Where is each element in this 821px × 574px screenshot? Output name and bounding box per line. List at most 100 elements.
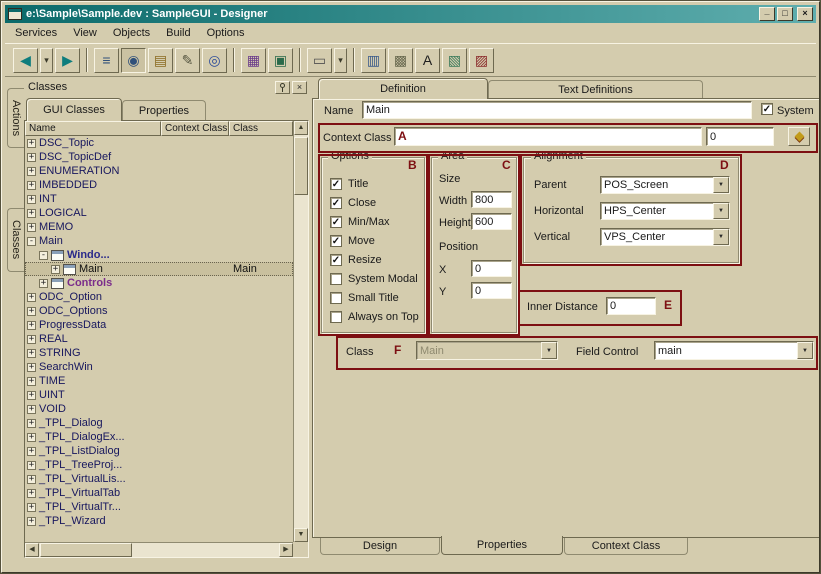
tree-item[interactable]: +TIME — [25, 374, 293, 388]
tree-item[interactable]: +_TPL_DialogEx... — [25, 430, 293, 444]
expand-icon[interactable]: + — [39, 279, 48, 288]
expand-icon[interactable]: + — [27, 181, 36, 190]
vertical-scrollbar[interactable]: ▲ ▼ — [293, 121, 308, 542]
expand-icon[interactable]: + — [27, 349, 36, 358]
expand-icon[interactable]: + — [27, 167, 36, 176]
y-input[interactable]: 0 — [471, 282, 512, 299]
side-tab-actions[interactable]: Actions — [7, 88, 24, 148]
option-checkbox[interactable] — [330, 235, 342, 247]
menu-item[interactable]: View — [65, 24, 105, 42]
option-checkbox[interactable] — [330, 311, 342, 323]
expand-icon[interactable]: + — [27, 489, 36, 498]
tree-item[interactable]: +_TPL_Wizard — [25, 514, 293, 528]
panel-close-button[interactable]: × — [292, 81, 307, 94]
context-class-picker-button[interactable] — [788, 127, 810, 146]
chevron-down-icon[interactable]: ▼ — [713, 203, 729, 219]
tree-item[interactable]: +STRING — [25, 346, 293, 360]
designer-view-button[interactable]: ◉ — [121, 48, 146, 73]
name-input[interactable]: Main — [362, 101, 752, 119]
back-button[interactable]: ◀ — [13, 48, 38, 73]
tree-item[interactable]: +LOGICAL — [25, 206, 293, 220]
field-control-combobox[interactable]: main ▼ — [654, 341, 814, 360]
vertical-scroll-thumb[interactable] — [294, 137, 308, 195]
alignment-combobox[interactable]: POS_Screen ▼ — [600, 176, 730, 194]
expand-icon[interactable]: + — [27, 419, 36, 428]
expand-icon[interactable]: + — [27, 307, 36, 316]
expand-icon[interactable]: + — [27, 447, 36, 456]
tree-item[interactable]: +ENUMERATION — [25, 164, 293, 178]
chevron-down-icon[interactable]: ▼ — [797, 342, 813, 359]
column-header-context-class[interactable]: Context Class — [161, 121, 229, 136]
expand-icon[interactable]: + — [27, 391, 36, 400]
scroll-up-icon[interactable]: ▲ — [294, 121, 308, 135]
tree-item[interactable]: -Main — [25, 234, 293, 248]
tree-item[interactable]: +ODC_Option — [25, 290, 293, 304]
menu-item[interactable]: Services — [7, 24, 65, 42]
pin-button[interactable] — [275, 81, 290, 94]
tree-item[interactable]: -Windo... — [25, 248, 293, 262]
chevron-down-icon[interactable]: ▼ — [713, 229, 729, 245]
expand-icon[interactable]: + — [27, 461, 36, 470]
scroll-right-icon[interactable]: ▶ — [279, 543, 293, 557]
system-checkbox[interactable] — [761, 103, 773, 115]
forward-button[interactable]: ▶ — [55, 48, 80, 73]
option-checkbox[interactable] — [330, 292, 342, 304]
tree-item[interactable]: +MainMain — [25, 262, 293, 276]
x-input[interactable]: 0 — [471, 260, 512, 277]
option-checkbox[interactable] — [330, 273, 342, 285]
context-class-count-input[interactable]: 0 — [706, 127, 774, 146]
tree-item[interactable]: +IMBEDDED — [25, 178, 293, 192]
definition-tab[interactable]: Definition — [318, 78, 488, 99]
topic-list-button[interactable]: ▤ — [148, 48, 173, 73]
chevron-down-icon[interactable]: ▼ — [713, 177, 729, 193]
height-input[interactable]: 600 — [471, 213, 512, 230]
bottom-tab[interactable]: Context Class — [564, 538, 688, 555]
font-button[interactable]: A — [415, 48, 440, 73]
tree-item[interactable]: +_TPL_VirtualLis... — [25, 472, 293, 486]
data-grid-button[interactable]: ▦ — [241, 48, 266, 73]
copy-button[interactable]: ▩ — [388, 48, 413, 73]
class-view-button[interactable]: ≡ — [94, 48, 119, 73]
collapse-icon[interactable]: - — [39, 251, 48, 260]
width-input[interactable]: 800 — [471, 191, 512, 208]
tree-item[interactable]: +Controls — [25, 276, 293, 290]
tree-item[interactable]: +REAL — [25, 332, 293, 346]
column-header-class[interactable]: Class — [229, 121, 293, 136]
horizontal-scroll-thumb[interactable] — [40, 543, 132, 557]
bottom-tab[interactable]: Properties — [441, 536, 563, 555]
alignment-combobox[interactable]: VPS_Center ▼ — [600, 228, 730, 246]
colors-button[interactable]: ▨ — [469, 48, 494, 73]
option-checkbox[interactable] — [330, 216, 342, 228]
expand-icon[interactable]: + — [27, 293, 36, 302]
close-button[interactable]: × — [797, 7, 813, 21]
inner-distance-input[interactable]: 0 — [606, 297, 656, 315]
expand-icon[interactable]: + — [51, 265, 60, 274]
expand-icon[interactable]: + — [27, 405, 36, 414]
column-header-name[interactable]: Name — [25, 121, 161, 136]
expand-icon[interactable]: + — [27, 223, 36, 232]
definition-tab[interactable]: Text Definitions — [488, 80, 703, 98]
scroll-left-icon[interactable]: ◀ — [25, 543, 39, 557]
build-disc-button[interactable]: ◎ — [202, 48, 227, 73]
option-checkbox[interactable] — [330, 254, 342, 266]
tree-item[interactable]: +DSC_Topic — [25, 136, 293, 150]
tree-item[interactable]: +DSC_TopicDef — [25, 150, 293, 164]
option-checkbox[interactable] — [330, 178, 342, 190]
image-button[interactable]: ▧ — [442, 48, 467, 73]
collapse-icon[interactable]: - — [27, 237, 36, 246]
new-form-button[interactable]: ▣ — [268, 48, 293, 73]
context-class-input[interactable] — [394, 127, 702, 146]
horizontal-scrollbar[interactable]: ◀ ▶ — [25, 542, 293, 557]
expand-icon[interactable]: + — [27, 335, 36, 344]
expand-icon[interactable]: + — [27, 321, 36, 330]
expand-icon[interactable]: + — [27, 363, 36, 372]
tree-item[interactable]: +_TPL_VirtualTab — [25, 486, 293, 500]
tree-item[interactable]: +INT — [25, 192, 293, 206]
tree-item[interactable]: +MEMO — [25, 220, 293, 234]
print-button[interactable]: ▥ — [361, 48, 386, 73]
menu-item[interactable]: Build — [158, 24, 198, 42]
tree-item[interactable]: +_TPL_VirtualTr... — [25, 500, 293, 514]
menu-item[interactable]: Options — [199, 24, 253, 42]
tree-item[interactable]: +ProgressData — [25, 318, 293, 332]
expand-icon[interactable]: + — [27, 433, 36, 442]
